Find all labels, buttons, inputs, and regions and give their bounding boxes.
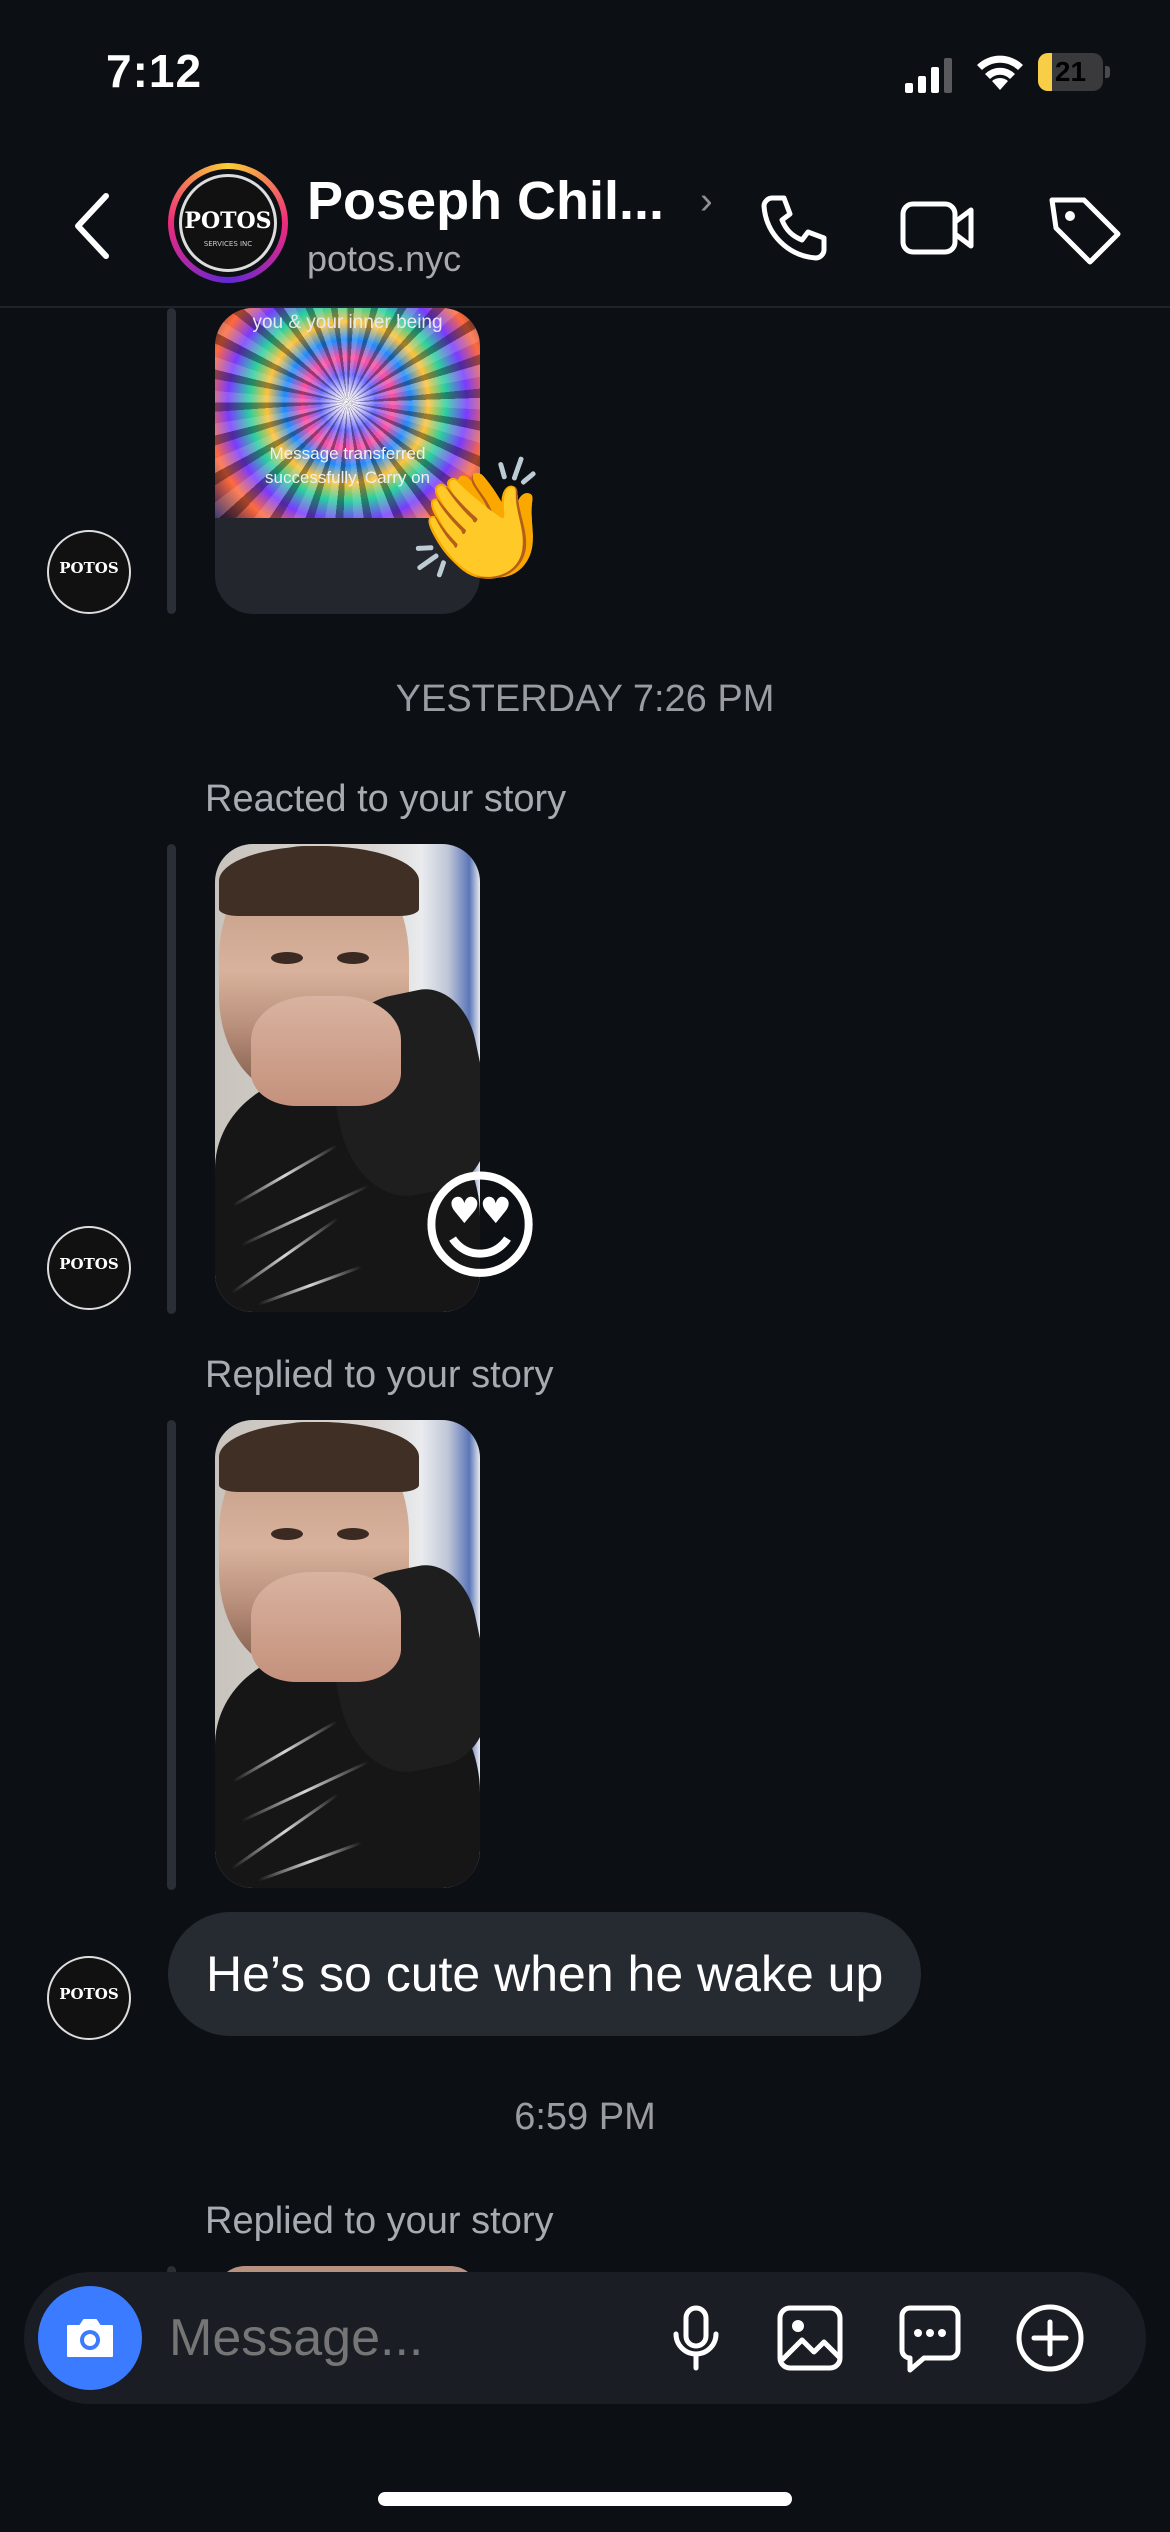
sender-avatar[interactable]: POTOS [47,1226,131,1310]
camera-icon [67,2319,113,2357]
reacted-story-label: Reacted to your story [205,778,567,820]
timestamp: YESTERDAY 7:26 PM [395,678,775,720]
status-bar: 7:12 21 [0,0,1170,150]
battery-level: 21 [1054,56,1087,87]
potos-logo: POTOS SERVICES INC [179,174,277,272]
camera-button[interactable] [38,2286,142,2390]
conversation-thread[interactable]: you & your inner being Message transferr… [0,308,1170,2272]
video-camera-icon[interactable] [895,186,979,270]
signal-icon [905,58,952,93]
plus-circle-icon[interactable] [1014,2302,1086,2374]
battery-icon: 21 [1038,53,1110,91]
contact-name[interactable]: Poseph Chil... [307,170,664,232]
clapping-hands-emoji: 👏 [405,453,555,592]
replied-story-label: Replied to your story [205,2200,554,2242]
microphone-icon[interactable] [660,2302,732,2374]
wifi-icon [977,55,1023,90]
message-bubble[interactable]: He’s so cute when he wake up [168,1912,922,2036]
story-thumbnail[interactable] [215,1420,480,1888]
chevron-right-icon[interactable]: › [700,180,713,223]
back-chevron-icon[interactable] [60,186,124,266]
contact-avatar[interactable]: POTOS SERVICES INC [168,163,288,283]
reply-indicator-bar [167,1420,176,1890]
heart-eyes-emoji: 😍 [417,1158,543,1297]
sender-avatar[interactable]: POTOS [47,1956,131,2040]
message-composer [24,2272,1146,2404]
tag-icon[interactable] [1042,186,1126,270]
home-indicator[interactable] [378,2492,792,2506]
timestamp: 6:59 PM [514,2096,656,2138]
gallery-icon[interactable] [774,2302,846,2374]
story-caption-top: you & your inner being [252,312,443,333]
contact-username[interactable]: potos.nyc [307,238,461,280]
sender-avatar[interactable]: POTOS [47,530,131,614]
status-time: 7:12 [106,45,203,97]
reply-indicator-bar [167,844,176,1314]
message-input[interactable] [169,2296,639,2380]
phone-icon[interactable] [752,186,836,270]
sticker-icon[interactable] [894,2302,966,2374]
chat-header: POTOS SERVICES INC Poseph Chil... › poto… [0,150,1170,308]
reply-indicator-bar [167,308,176,614]
replied-story-label: Replied to your story [205,1354,554,1396]
